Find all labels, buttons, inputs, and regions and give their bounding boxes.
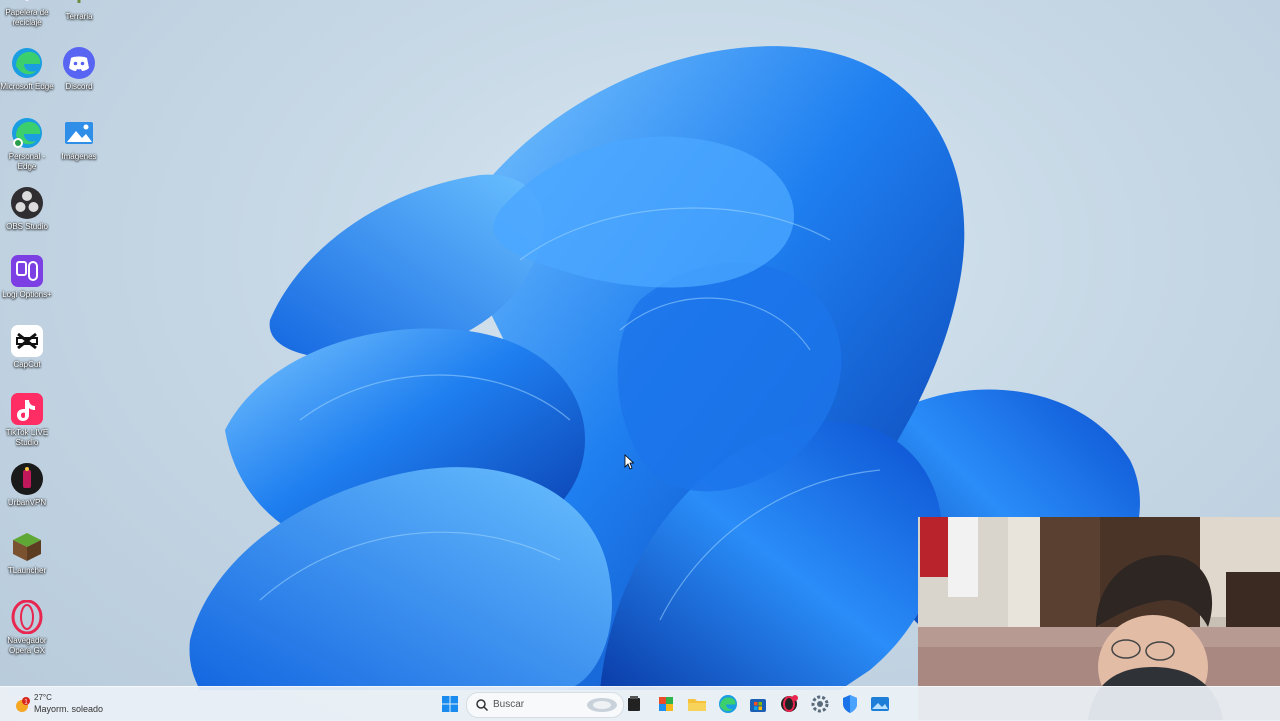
desktop-icon-logi-options[interactable]: Logi Options+	[0, 254, 54, 300]
desktop-icon-microsoft-edge[interactable]: Microsoft Edge	[0, 46, 54, 92]
desktop-icon-pictures[interactable]: Imágenes	[52, 116, 106, 162]
settings-icon	[811, 695, 829, 713]
desktop-icon-label: Personal - Edge	[8, 152, 46, 171]
desktop-icon-label: TikTok LIVE Studio	[5, 428, 49, 447]
logi-options-icon	[11, 255, 43, 287]
desktop-icon-label: Discord	[65, 82, 93, 91]
recycle-bin-icon	[25, 0, 29, 2]
taskbar-app-copilot[interactable]	[654, 692, 678, 716]
edge-personal-icon	[12, 118, 42, 148]
desktop-icon-urbanvpn[interactable]: UrbanVPN	[0, 462, 54, 508]
desktop-icon-personal-edge[interactable]: Personal - Edge	[0, 116, 54, 172]
taskbar-app-file-explorer[interactable]	[685, 692, 709, 716]
desktop-icon-label: Microsoft Edge	[0, 82, 54, 91]
file-explorer-icon	[688, 699, 706, 711]
taskbar-app-store[interactable]	[746, 692, 770, 716]
discord-icon	[63, 47, 95, 79]
desktop-icon-label: Navegador Opera GX	[7, 636, 47, 655]
defender-icon	[843, 695, 857, 713]
desktop-icon-recycle-bin[interactable]: Papelera de reciclaje	[0, 0, 54, 28]
store-icon	[750, 699, 766, 712]
desktop-icon-label: Imágenes	[61, 152, 97, 161]
taskbar-app-edge[interactable]	[716, 692, 740, 716]
desktop-icon-capcut[interactable]: CapCut	[0, 324, 54, 370]
taskbar-app-file-manager[interactable]	[622, 692, 646, 716]
taskbar-app-settings[interactable]	[808, 692, 832, 716]
desktop-icon-obs[interactable]: OBS Studio	[0, 186, 54, 232]
photos-icon	[871, 697, 889, 711]
desktop-icon-tiktok-live[interactable]: TikTok LIVE Studio	[0, 392, 54, 448]
desktop-icon-label: Papelera de reciclaje	[5, 8, 49, 27]
desktop-icon-terraria[interactable]: Terraria	[52, 0, 106, 22]
desktop-icon-label: Logi Options+	[2, 290, 52, 299]
copilot-icon	[659, 697, 673, 711]
opera-gx-icon	[11, 600, 43, 634]
desktop-icon-label: CapCut	[13, 360, 41, 369]
file-manager-icon	[628, 696, 640, 711]
start-icon	[442, 696, 458, 712]
weather-temperature: 27°C	[34, 693, 52, 702]
weather-widget[interactable]: 1 27°C Mayorm. soleado	[14, 693, 134, 717]
taskbar: 1 27°C Mayorm. soleado Buscar	[0, 686, 1280, 721]
mouse-cursor-icon	[624, 454, 634, 470]
weather-sun-icon: 1	[16, 697, 30, 712]
start-button[interactable]	[438, 692, 462, 716]
desktop-icon-opera-gx[interactable]: Navegador Opera GX	[0, 600, 54, 656]
edge-icon	[12, 48, 42, 78]
tiktok-live-icon	[11, 393, 43, 425]
desktop-icon-tlauncher[interactable]: TLauncher	[0, 530, 54, 576]
taskbar-app-photos[interactable]	[868, 692, 892, 716]
search-icon	[476, 699, 489, 712]
capcut-icon	[11, 325, 43, 357]
terraria-icon	[77, 0, 81, 3]
desktop-icon-label: OBS Studio	[6, 222, 48, 231]
desktop-icon-discord[interactable]: Discord	[52, 46, 106, 92]
taskbar-search[interactable]: Buscar	[466, 692, 624, 718]
search-placeholder: Buscar	[493, 699, 525, 710]
taskbar-app-opera-gx[interactable]	[777, 692, 801, 716]
search-highlight-icon	[587, 698, 617, 712]
desktop-icon-label: Terraria	[65, 12, 93, 21]
edge-icon	[719, 695, 737, 713]
urbanvpn-icon	[11, 463, 43, 495]
tlauncher-icon	[13, 533, 41, 561]
obs-icon	[11, 187, 43, 219]
desktop-icon-label: UrbanVPN	[7, 498, 47, 507]
opera-gx-icon	[781, 695, 798, 712]
taskbar-app-defender[interactable]	[838, 692, 862, 716]
pictures-folder-icon	[65, 122, 93, 144]
weather-condition: Mayorm. soleado	[34, 704, 104, 714]
desktop-icon-label: TLauncher	[7, 566, 47, 575]
